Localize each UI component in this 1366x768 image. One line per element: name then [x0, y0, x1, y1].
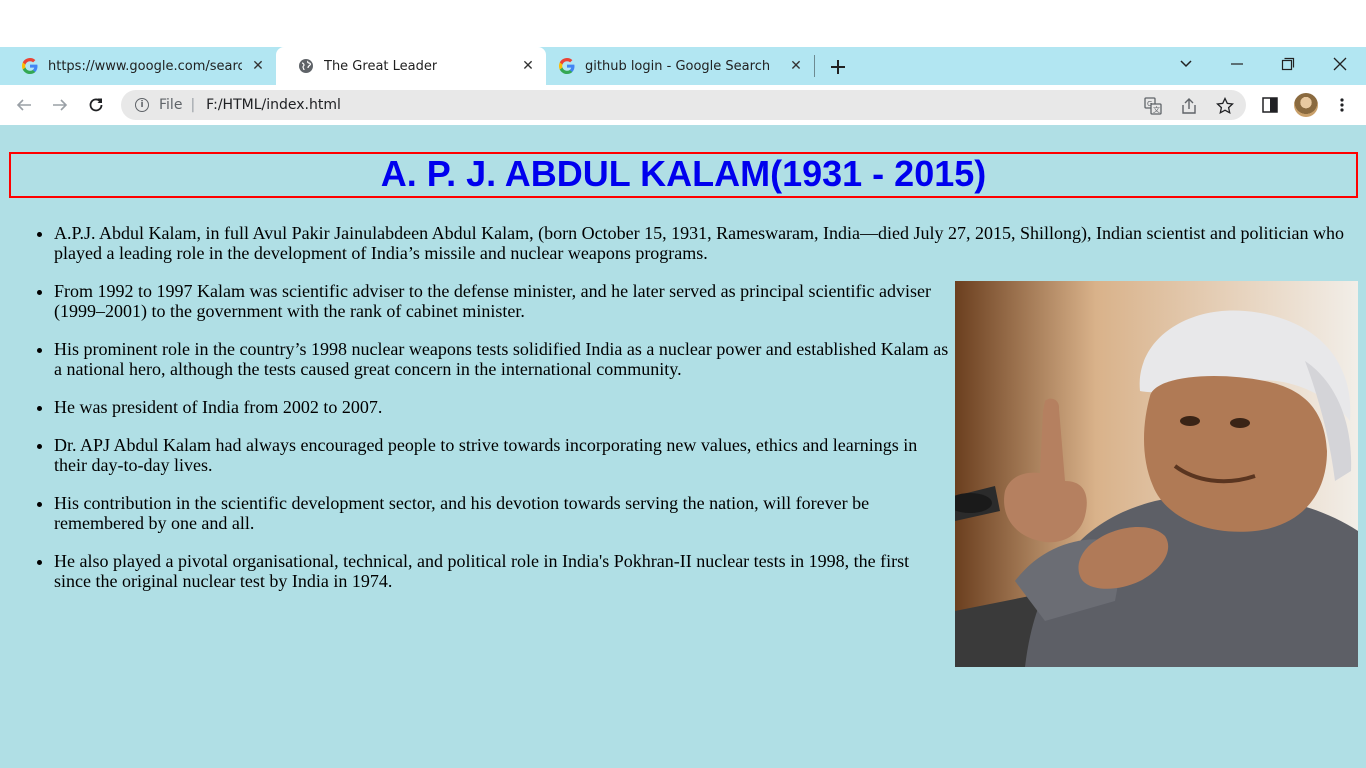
facts-list: A.P.J. Abdul Kalam, in full Avul Pakir J… [0, 223, 1350, 609]
google-icon [559, 58, 575, 74]
list-item: His prominent role in the country’s 1998… [54, 339, 950, 379]
address-divider: | [190, 97, 196, 113]
new-tab-plus-icon[interactable] [826, 55, 850, 79]
side-panel-icon[interactable] [1258, 93, 1282, 117]
reload-icon[interactable] [84, 93, 108, 117]
page-heading: A. P. J. ABDUL KALAM(1931 - 2015) [9, 152, 1358, 198]
tab-title: https://www.google.com/search? [48, 58, 242, 74]
list-item: His contribution in the scientific devel… [54, 493, 950, 533]
close-icon[interactable]: ✕ [250, 58, 266, 74]
tab-title: The Great Leader [324, 58, 438, 74]
google-icon [22, 58, 38, 74]
tab-github-search[interactable]: github login - Google Search ✕ [546, 47, 814, 85]
list-item: He was president of India from 2002 to 2… [54, 397, 950, 417]
tab-search-chevron-icon[interactable] [1174, 52, 1198, 76]
close-icon[interactable]: ✕ [788, 58, 804, 74]
list-item: He also played a pivotal organisational,… [54, 551, 950, 591]
avatar[interactable] [1294, 93, 1318, 117]
globe-icon [298, 58, 314, 74]
tab-great-leader[interactable]: The Great Leader ✕ [276, 47, 546, 85]
list-item: A.P.J. Abdul Kalam, in full Avul Pakir J… [54, 223, 1350, 263]
browser-toolbar: i File | F:/HTML/index.html G文 [0, 85, 1366, 125]
minimize-icon[interactable] [1225, 52, 1249, 76]
tab-title: github login - Google Search [585, 58, 771, 74]
address-url: F:/HTML/index.html [206, 97, 341, 113]
address-bar[interactable]: i File | F:/HTML/index.html G文 [121, 90, 1246, 120]
menu-kebab-icon[interactable] [1330, 93, 1354, 117]
share-icon[interactable] [1180, 97, 1198, 115]
close-icon[interactable]: ✕ [520, 58, 536, 74]
back-arrow-icon[interactable] [12, 93, 36, 117]
info-icon[interactable]: i [135, 98, 149, 112]
tab-google-search[interactable]: https://www.google.com/search? ✕ [0, 47, 276, 85]
list-item: From 1992 to 1997 Kalam was scientific a… [54, 281, 950, 321]
close-window-icon[interactable] [1328, 52, 1352, 76]
forward-arrow-icon[interactable] [48, 93, 72, 117]
translate-icon[interactable]: G文 [1144, 97, 1162, 115]
top-strip [0, 0, 1366, 47]
tab-strip: https://www.google.com/search? ✕ The Gre… [0, 47, 1366, 85]
page-content: A. P. J. ABDUL KALAM(1931 - 2015) • A.P.… [0, 125, 1366, 768]
bookmark-star-icon[interactable] [1216, 97, 1234, 115]
svg-text:文: 文 [1153, 105, 1160, 114]
restore-icon[interactable] [1276, 52, 1300, 76]
list-item: Dr. APJ Abdul Kalam had always encourage… [54, 435, 950, 475]
address-scheme: File [159, 97, 183, 113]
tab-separator [814, 55, 815, 77]
